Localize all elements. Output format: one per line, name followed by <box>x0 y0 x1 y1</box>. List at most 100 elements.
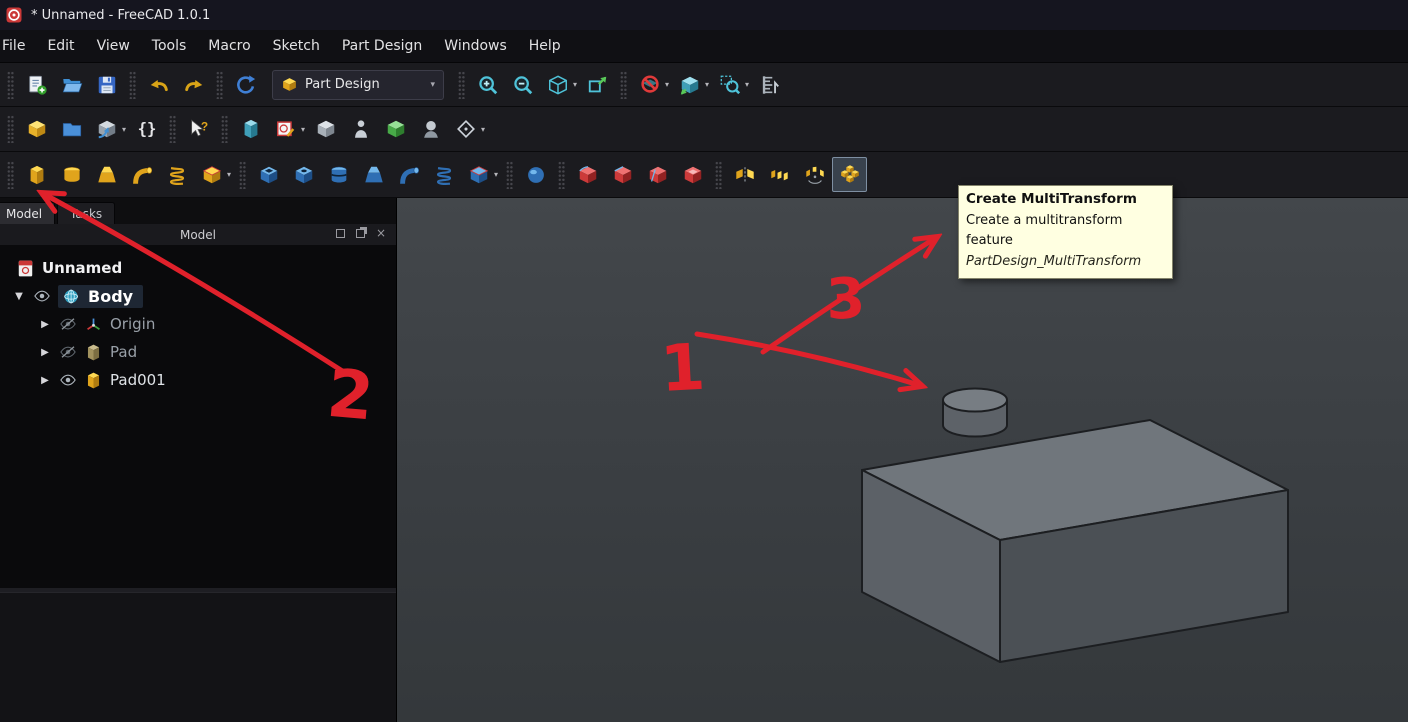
tab-model[interactable]: Model <box>0 202 56 224</box>
refresh-button[interactable] <box>228 67 263 102</box>
create-part-button[interactable] <box>19 112 54 147</box>
chevron-down-icon[interactable]: ▾ <box>494 170 498 179</box>
create-sketch-button[interactable] <box>268 112 303 147</box>
multitransform-button[interactable] <box>832 157 868 192</box>
mirrored-button[interactable] <box>727 157 762 192</box>
additive-loft-button[interactable] <box>89 157 124 192</box>
validate-sketch-button[interactable] <box>308 112 343 147</box>
boolean-operation-button[interactable] <box>518 157 553 192</box>
menu-help[interactable]: Help <box>518 30 572 62</box>
tree-item-pad001[interactable]: ▶ Pad001 <box>0 366 396 394</box>
revolution-button[interactable] <box>54 157 89 192</box>
new-document-button[interactable] <box>19 67 54 102</box>
pad001-feature-icon <box>84 371 103 390</box>
menu-macro[interactable]: Macro <box>197 30 261 62</box>
menu-tools[interactable]: Tools <box>141 30 198 62</box>
undock-panel-icon[interactable] <box>355 229 365 238</box>
chevron-down-icon[interactable]: ▾ <box>481 125 485 134</box>
chevron-down-icon[interactable]: ▾ <box>665 80 669 89</box>
zoom-in-button[interactable] <box>470 67 505 102</box>
visibility-off-eye-icon <box>59 343 77 361</box>
additive-helix-button[interactable] <box>159 157 194 192</box>
additive-primitive-button[interactable] <box>194 157 229 192</box>
window-title: * Unnamed - FreeCAD 1.0.1 <box>31 7 211 23</box>
zoom-region-button[interactable] <box>712 67 747 102</box>
tree-item-pad[interactable]: ▶ Pad <box>0 338 396 366</box>
undo-button[interactable] <box>141 67 176 102</box>
draft-button[interactable] <box>640 157 675 192</box>
fillet-button[interactable] <box>570 157 605 192</box>
linear-pattern-button[interactable] <box>762 157 797 192</box>
tree-item-body[interactable]: ▼ Body <box>0 282 396 310</box>
menu-edit[interactable]: Edit <box>36 30 85 62</box>
additive-pipe-button[interactable] <box>124 157 159 192</box>
whats-this-button[interactable]: ? <box>181 112 216 147</box>
chevron-down-icon[interactable]: ▾ <box>745 80 749 89</box>
chevron-down-icon[interactable]: ▾ <box>573 80 577 89</box>
thickness-icon <box>682 164 704 186</box>
float-panel-icon[interactable] <box>335 229 345 238</box>
subtractive-loft-button[interactable] <box>356 157 391 192</box>
document-icon <box>16 259 35 278</box>
toolbar-file-view: Part Design ▾ ▾ ▾ ▾ ▾ <box>0 63 1408 107</box>
open-button[interactable] <box>54 67 89 102</box>
expander-closed-icon[interactable]: ▶ <box>38 375 52 386</box>
subtractive-primitive-button[interactable] <box>461 157 496 192</box>
pocket-icon <box>258 164 280 186</box>
clone-button[interactable] <box>413 112 448 147</box>
redo-icon <box>183 74 205 96</box>
create-group-button[interactable] <box>54 112 89 147</box>
close-panel-icon[interactable]: × <box>376 227 386 239</box>
toolbar-drag-handle <box>458 70 465 99</box>
menu-view[interactable]: View <box>86 30 141 62</box>
subtractive-helix-button[interactable] <box>426 157 461 192</box>
view-cube-button[interactable] <box>672 67 707 102</box>
menu-part-design[interactable]: Part Design <box>331 30 433 62</box>
polar-pattern-button[interactable] <box>797 157 832 192</box>
save-button[interactable] <box>89 67 124 102</box>
chevron-down-icon[interactable]: ▾ <box>301 125 305 134</box>
axonometric-view-button[interactable] <box>540 67 575 102</box>
additive-primitive-icon <box>201 164 223 186</box>
redo-button[interactable] <box>176 67 211 102</box>
model-panel-header: Model × <box>0 224 396 246</box>
clipping-plane-button[interactable] <box>632 67 667 102</box>
expander-closed-icon[interactable]: ▶ <box>38 347 52 358</box>
workbench-selector[interactable]: Part Design ▾ <box>272 69 444 100</box>
chamfer-icon <box>612 164 634 186</box>
svg-text:?: ? <box>200 119 207 133</box>
check-geometry-button[interactable] <box>343 112 378 147</box>
chamfer-button[interactable] <box>605 157 640 192</box>
chevron-down-icon[interactable]: ▾ <box>122 125 126 134</box>
multitransform-icon <box>839 164 861 186</box>
tree-item-origin[interactable]: ▶ Origin <box>0 310 396 338</box>
zoom-out-button[interactable] <box>505 67 540 102</box>
pad-button[interactable] <box>19 157 54 192</box>
subtractive-pipe-button[interactable] <box>391 157 426 192</box>
groove-button[interactable] <box>321 157 356 192</box>
measure-button[interactable] <box>752 67 787 102</box>
create-datum-button[interactable] <box>448 112 483 147</box>
menu-file[interactable]: File <box>0 30 36 62</box>
chevron-down-icon[interactable]: ▾ <box>705 80 709 89</box>
workbench-icon <box>281 76 298 93</box>
polar-pattern-icon <box>804 164 826 186</box>
create-body-button[interactable] <box>233 112 268 147</box>
viewport-3d[interactable] <box>397 198 1408 722</box>
tree-item-document[interactable]: Unnamed <box>0 254 396 282</box>
expander-open-icon[interactable]: ▼ <box>12 291 26 302</box>
sync-view-button[interactable] <box>580 67 615 102</box>
variable-set-button[interactable]: {} <box>129 112 164 147</box>
menu-windows[interactable]: Windows <box>433 30 518 62</box>
pad-icon <box>26 164 48 186</box>
menu-sketch[interactable]: Sketch <box>262 30 331 62</box>
chevron-down-icon[interactable]: ▾ <box>227 170 231 179</box>
expander-closed-icon[interactable]: ▶ <box>38 319 52 330</box>
tree-item-label: Body <box>88 286 134 306</box>
hole-button[interactable] <box>286 157 321 192</box>
subshape-binder-button[interactable] <box>378 112 413 147</box>
pocket-button[interactable] <box>251 157 286 192</box>
thickness-button[interactable] <box>675 157 710 192</box>
tab-tasks[interactable]: Tasks <box>57 202 116 224</box>
make-link-button[interactable] <box>89 112 124 147</box>
